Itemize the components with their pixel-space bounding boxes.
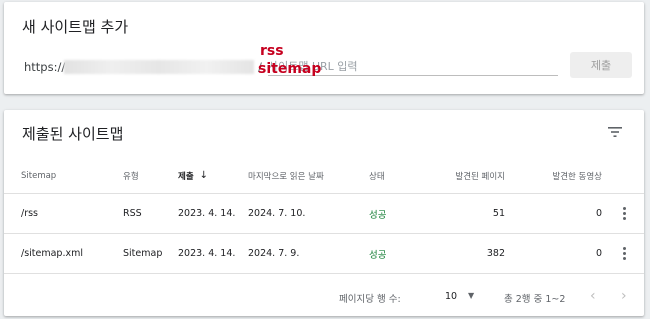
table-row[interactable]: /sitemap.xml Sitemap 2023. 4. 14. 2024. … [4, 234, 644, 274]
cell-submitted: 2023. 4. 14. [178, 208, 236, 219]
submitted-sitemaps-title: 제출된 사이트맵 [22, 125, 124, 143]
pagination-range: 총 2행 중 1~2 [504, 294, 566, 305]
table-row[interactable]: /rss RSS 2023. 4. 14. 2024. 7. 10. 성공 51… [4, 194, 644, 234]
column-header-status[interactable]: 상태 [369, 158, 385, 193]
submitted-sitemaps-card: 제출된 사이트맵 Sitemap 유형 제출 ↓ 마지막으로 읽은 날짜 상태 … [4, 110, 644, 316]
arrow-down-icon: ↓ [199, 170, 209, 181]
cell-last-read: 2024. 7. 9. [248, 248, 300, 259]
chevron-right-icon[interactable]: › [621, 288, 627, 304]
annotation-rss: rss [260, 43, 284, 59]
filter-icon[interactable] [607, 125, 623, 139]
sitemaps-table: Sitemap 유형 제출 ↓ 마지막으로 읽은 날짜 상태 발견된 페이지 발… [4, 158, 644, 274]
cell-sitemap: /rss [21, 208, 39, 219]
column-header-pages[interactable]: 발견된 페이지 [455, 158, 505, 193]
redacted-domain [64, 60, 254, 74]
cell-videos: 0 [595, 248, 602, 259]
cell-videos: 0 [595, 208, 602, 219]
column-header-videos[interactable]: 발견한 동영상 [552, 158, 602, 193]
cell-type: RSS [123, 208, 142, 219]
cell-pages: 51 [492, 208, 505, 219]
column-header-type[interactable]: 유형 [123, 158, 139, 193]
more-vert-icon[interactable] [616, 234, 632, 273]
annotation-sitemap: sitemap [258, 61, 322, 77]
url-prefix: https:// [24, 60, 66, 74]
cell-submitted: 2023. 4. 14. [178, 248, 236, 259]
dropdown-arrow-icon[interactable]: ▼ [468, 291, 474, 300]
rows-per-page-label: 페이지당 행 수: [339, 294, 401, 305]
column-header-submitted[interactable]: 제출 ↓ [178, 158, 208, 193]
cell-status: 성공 [369, 249, 387, 261]
chevron-left-icon[interactable]: ‹ [590, 288, 596, 304]
add-sitemap-card: 새 사이트맵 추가 https:// / rss sitemap 제출 [4, 2, 644, 94]
table-pagination: 페이지당 행 수: 10 ▼ 총 2행 중 1~2 ‹ › [4, 284, 644, 310]
table-header-row: Sitemap 유형 제출 ↓ 마지막으로 읽은 날짜 상태 발견된 페이지 발… [4, 158, 644, 194]
cell-status: 성공 [369, 209, 387, 221]
submit-button[interactable]: 제출 [570, 52, 632, 78]
cell-sitemap: /sitemap.xml [21, 248, 84, 259]
cell-type: Sitemap [123, 248, 163, 259]
column-header-last-read[interactable]: 마지막으로 읽은 날짜 [248, 158, 324, 193]
cell-last-read: 2024. 7. 10. [248, 208, 306, 219]
rows-per-page-select[interactable]: 10 [445, 291, 457, 302]
column-header-sitemap[interactable]: Sitemap [21, 158, 56, 193]
cell-pages: 382 [486, 248, 505, 259]
column-header-submitted-label: 제출 [178, 171, 194, 182]
more-vert-icon[interactable] [616, 194, 632, 233]
add-sitemap-title: 새 사이트맵 추가 [22, 18, 129, 36]
